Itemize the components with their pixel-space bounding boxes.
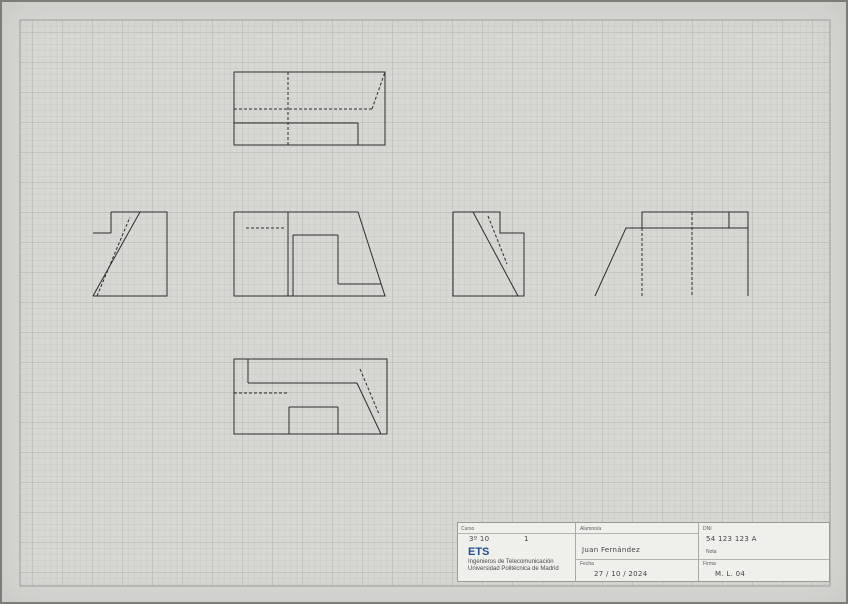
grade-label: Nota [706,549,717,555]
drawing-canvas [19,19,831,587]
dni-header: DNI [703,526,712,532]
date-divider [576,559,698,560]
course-divider [458,533,575,534]
signature-divider [699,559,829,560]
title-block-id-cell: DNI 54 123 123 A Nota Firma M. L. 04 [699,523,829,581]
date-label: Fecha [580,561,594,567]
ets-logo-text: ETS [468,546,490,558]
signature-value: M. L. 04 [715,570,746,578]
course-header: Curso [461,526,475,532]
student-name-value: Juan Fernández [582,546,640,554]
title-block-student-cell: Alumno/a Juan Fernández Fecha 27 / 10 / … [576,523,699,581]
signature-label: Firma [703,561,716,567]
grid-area [20,20,830,586]
course-value: 3º 10 [469,535,490,543]
dni-value: 54 123 123 A [706,535,757,543]
school-line: Ingenieros de Telecomunicación Universid… [468,559,570,573]
date-value: 27 / 10 / 2024 [594,570,648,578]
drawing-sheet: Curso 3º 10 1 ETS Ingenieros de Telecomu… [2,2,846,602]
student-divider [576,533,698,534]
school-name: Ingenieros de Telecomunicación [468,559,554,565]
group-value: 1 [524,535,529,543]
student-header: Alumno/a [580,526,602,532]
title-block: Curso 3º 10 1 ETS Ingenieros de Telecomu… [457,522,830,582]
title-block-course-cell: Curso 3º 10 1 ETS Ingenieros de Telecomu… [458,523,576,581]
university-name: Universidad Politécnica de Madrid [468,566,559,572]
